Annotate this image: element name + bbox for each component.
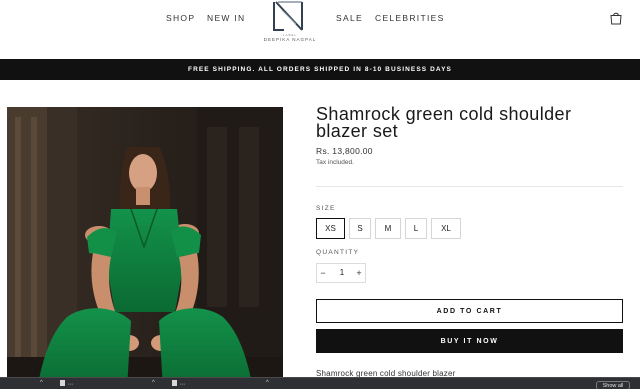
downloads-bar: ^ ... ^ ... ^ Show all [0, 377, 640, 389]
divider [316, 186, 623, 187]
cart-icon[interactable] [609, 11, 623, 25]
download-item[interactable]: ... [60, 380, 73, 389]
product-title: Shamrock green cold shoulder blazer set [316, 104, 572, 141]
chevron-up-icon[interactable]: ^ [152, 380, 155, 386]
download-item-name: ... [68, 380, 74, 387]
size-option-xs[interactable]: XS [316, 218, 345, 239]
size-option-s[interactable]: S [349, 218, 371, 239]
nav-sale[interactable]: SALE [336, 13, 363, 23]
nav-shop[interactable]: SHOP [166, 13, 195, 23]
tax-note: Tax included. [316, 159, 354, 166]
download-item[interactable]: ... [172, 380, 185, 389]
size-label: SIZE [316, 205, 336, 212]
show-all-button[interactable]: Show all [596, 381, 630, 389]
size-option-xl[interactable]: XL [431, 218, 461, 239]
chevron-up-icon[interactable]: ^ [40, 380, 43, 386]
size-option-l[interactable]: L [405, 218, 427, 239]
file-icon [60, 380, 65, 386]
announcement-bar: FREE SHIPPING. ALL ORDERS SHIPPED IN 8-1… [0, 59, 640, 80]
product-image[interactable] [7, 107, 283, 389]
buy-now-button[interactable]: BUY IT NOW [316, 329, 623, 353]
quantity-stepper: − + [316, 263, 366, 283]
add-to-cart-button[interactable]: ADD TO CART [316, 299, 623, 323]
logo-wordmark: DEEPIKA NAGPAL [263, 37, 317, 42]
quantity-input[interactable] [331, 264, 353, 282]
nav-celebrities[interactable]: CELEBRITIES [375, 13, 445, 23]
size-option-m[interactable]: M [375, 218, 401, 239]
site-header: SHOP NEW IN LABEL DEEPIKA NAGPAL SALE CE… [0, 0, 640, 59]
decrement-button[interactable]: − [317, 264, 329, 282]
quantity-label: QUANTITY [316, 249, 360, 256]
chevron-up-icon[interactable]: ^ [266, 380, 269, 386]
product-info: Shamrock green cold shoulder blazer set … [316, 104, 624, 166]
increment-button[interactable]: + [353, 264, 365, 282]
file-icon [172, 380, 177, 386]
download-item-name: ... [180, 380, 186, 387]
product-price: Rs. 13,800.00 [316, 146, 373, 156]
nav-new-in[interactable]: NEW IN [207, 13, 246, 23]
